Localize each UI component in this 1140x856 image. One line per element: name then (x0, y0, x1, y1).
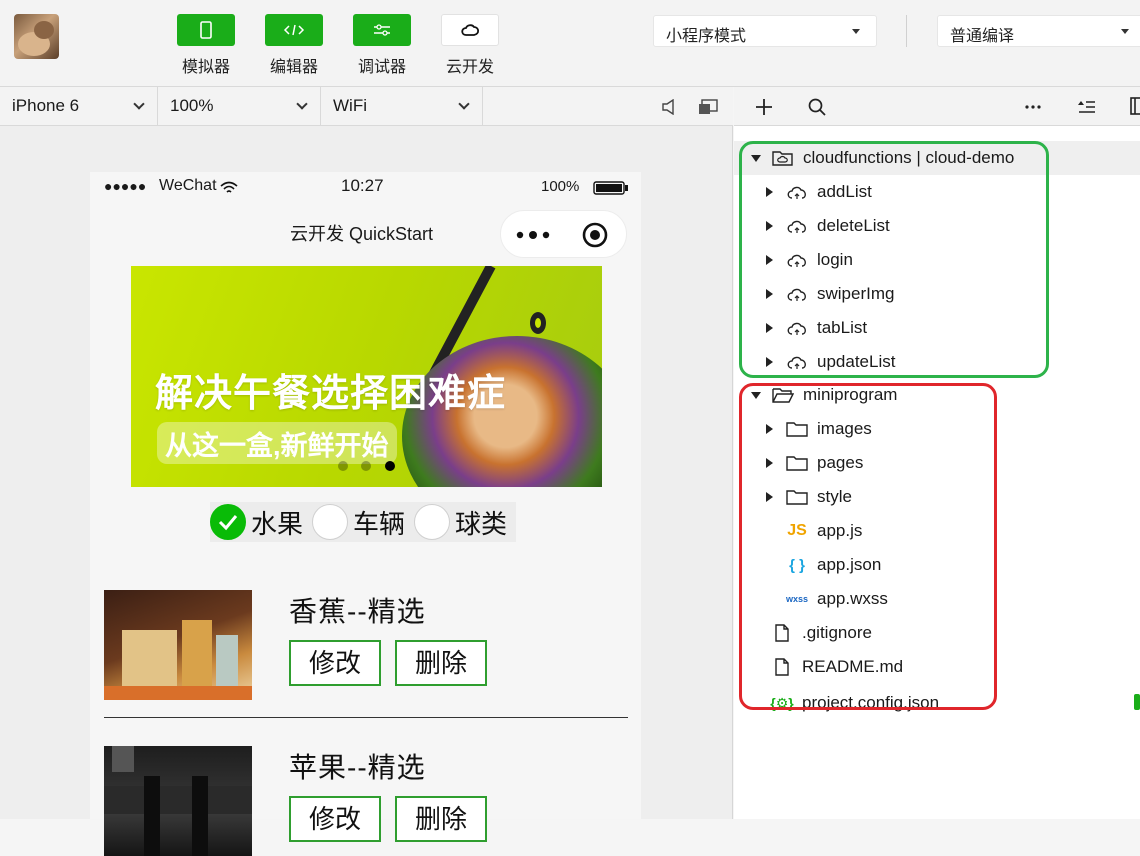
edit-button[interactable]: 修改 (289, 640, 381, 686)
battery-label: 100% (541, 178, 580, 195)
delete-button[interactable]: 删除 (395, 796, 487, 842)
toolbar-divider (906, 15, 907, 47)
radio-ball[interactable]: 球类 (414, 504, 513, 541)
item-title: 苹果--精选 (289, 752, 426, 783)
category-radio-group: 水果 车辆 球类 (210, 502, 517, 542)
collapse-icon[interactable] (1077, 99, 1097, 113)
banner-swiper[interactable]: 解决午餐选择困难症 从这一盒,新鲜开始 (131, 266, 602, 487)
simulator-button[interactable]: 模拟器 (176, 14, 236, 77)
debugger-button[interactable]: 调试器 (352, 14, 412, 77)
chevron-down-icon (133, 98, 145, 110)
highlight-box-green (739, 141, 1049, 378)
item-title: 香蕉--精选 (289, 596, 426, 627)
delete-button[interactable]: 删除 (395, 640, 487, 686)
swiper-dot-active[interactable] (385, 461, 395, 471)
code-icon (283, 24, 305, 36)
status-time: 10:27 (341, 176, 384, 195)
layout-icon[interactable] (1130, 97, 1140, 115)
mode-select-value: 小程序模式 (666, 28, 747, 45)
editor-button-bg (265, 14, 323, 46)
top-toolbar: 模拟器 编辑器 调试器 云开发 小程序模式 普通编译 (0, 0, 1140, 87)
close-miniprogram-icon[interactable] (581, 221, 609, 249)
radio-label: 水果 (251, 508, 304, 539)
signal-icon: ●●●●● (104, 178, 147, 194)
cloud-dev-label: 云开发 (445, 59, 494, 76)
item-divider (104, 717, 628, 718)
caret-down-icon (1121, 29, 1129, 34)
highlight-box-red (739, 383, 997, 710)
radio-fruit[interactable]: 水果 (210, 504, 309, 541)
compile-select-value: 普通编译 (950, 28, 1015, 45)
item-thumbnail (104, 746, 252, 856)
volume-icon[interactable] (662, 99, 676, 115)
editor-button[interactable]: 编辑器 (264, 14, 324, 77)
avatar-image-icon (18, 21, 54, 56)
cloud-dev-button[interactable]: 云开发 (440, 14, 500, 77)
edit-button[interactable]: 修改 (289, 796, 381, 842)
phone-screen: ●●●●● WeChat 10:27 100% 云开发 QuickStart 解… (90, 172, 641, 856)
olive-image (530, 312, 546, 334)
more-options-icon[interactable] (1025, 105, 1041, 109)
chevron-down-icon (458, 98, 470, 110)
simulator-label: 模拟器 (181, 59, 230, 76)
item-thumbnail (104, 590, 252, 700)
swiper-dot[interactable] (338, 461, 348, 471)
debugger-label: 调试器 (357, 59, 406, 76)
device-bar: iPhone 6 100% WiFi (0, 87, 733, 126)
swiper-dot[interactable] (361, 461, 371, 471)
radio-unchecked-icon (414, 504, 451, 540)
device-select[interactable]: iPhone 6 (0, 87, 158, 125)
battery-icon (593, 181, 628, 195)
network-select[interactable]: WiFi (321, 87, 483, 125)
status-bar: ●●●●● WeChat 10:27 100% (90, 172, 641, 202)
radio-vehicle[interactable]: 车辆 (312, 504, 411, 541)
radio-unchecked-icon (312, 504, 349, 540)
network-select-value: WiFi (333, 96, 367, 115)
caret-down-icon (852, 29, 860, 34)
user-avatar[interactable] (14, 14, 59, 59)
simulator-button-bg (177, 14, 235, 46)
add-icon[interactable] (755, 98, 773, 116)
device-select-value: iPhone 6 (12, 96, 80, 115)
file-tree-panel: cloudfunctions | cloud-demo addList delet… (734, 87, 1140, 819)
chevron-down-icon (296, 98, 308, 110)
capsule-menu (500, 210, 627, 258)
zoom-select[interactable]: 100% (158, 87, 321, 125)
radio-label: 车辆 (353, 508, 406, 539)
editor-label: 编辑器 (269, 59, 318, 76)
wifi-icon (220, 181, 238, 193)
carrier-label: WeChat (159, 177, 217, 194)
mode-select[interactable]: 小程序模式 (653, 15, 877, 47)
file-tree-toolbar (734, 87, 1140, 126)
radio-label: 球类 (455, 508, 508, 539)
zoom-select-value: 100% (170, 96, 214, 115)
banner-headline: 解决午餐选择困难症 (155, 373, 507, 415)
liquor-box-image (104, 620, 252, 700)
window-icon[interactable] (698, 99, 718, 115)
scroll-indicator[interactable] (1134, 694, 1140, 710)
compile-select[interactable]: 普通编译 (937, 15, 1140, 47)
cloud-icon (461, 24, 480, 36)
search-icon[interactable] (808, 98, 826, 116)
debug-icon (374, 24, 390, 36)
banner-subline-pill: 从这一盒,新鲜开始 (157, 422, 397, 464)
banner-subline: 从这一盒,新鲜开始 (165, 430, 389, 461)
car-seat-image (104, 746, 252, 856)
cloud-dev-button-bg (441, 14, 499, 46)
more-icon[interactable] (515, 230, 551, 240)
phone-icon (200, 21, 212, 39)
debugger-button-bg (353, 14, 411, 46)
radio-checked-icon (210, 504, 246, 540)
